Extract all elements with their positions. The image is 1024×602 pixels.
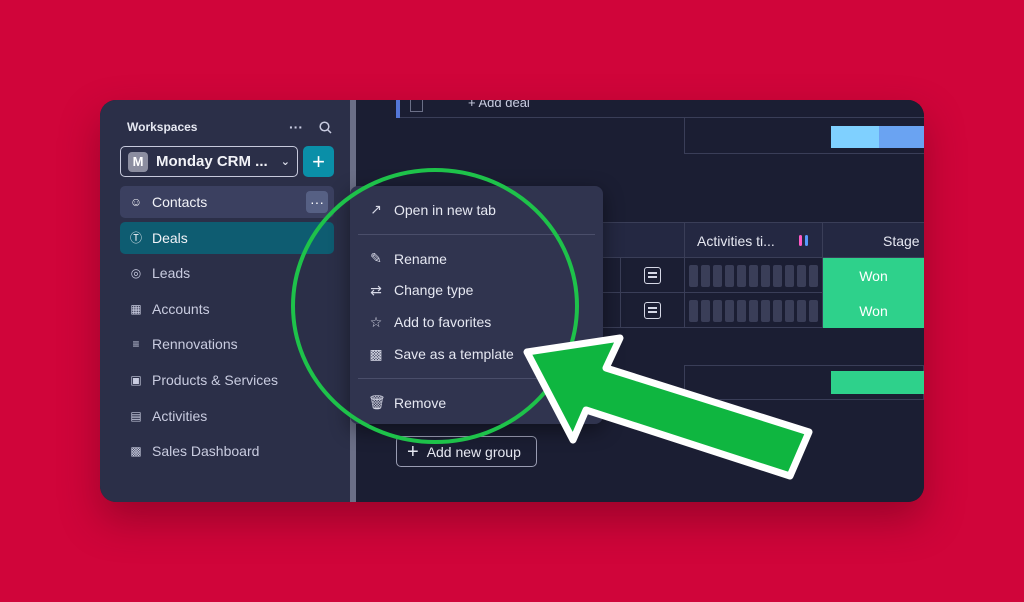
workspace-name: Monday CRM ... [156, 153, 268, 170]
sidebar-item-label: Sales Dashboard [152, 443, 260, 460]
sidebar-item-accounts[interactable]: ▦ Accounts [120, 293, 334, 325]
context-menu: ↗ Open in new tab ✎ Rename ⇄ Change type… [350, 186, 603, 424]
group-summary-top [684, 118, 924, 154]
row-checkbox[interactable] [410, 100, 423, 112]
chart-icon: ▩ [130, 444, 142, 459]
column-title: Activities ti... [697, 233, 775, 249]
menu-item-remove[interactable]: 🗑 Remove [350, 387, 603, 419]
pencil-icon: ✎ [370, 250, 382, 267]
template-icon: ▩ [369, 345, 383, 362]
add-new-group-button[interactable]: + Add new group [396, 436, 537, 467]
workspace-badge: M [128, 151, 148, 172]
doc-list-icon: ▤ [130, 408, 142, 423]
sidebar-item-contacts[interactable]: ☺ Contacts ··· [120, 186, 334, 218]
menu-item-label: Rename [394, 250, 447, 267]
sidebar-item-label: Accounts [152, 300, 210, 317]
workspaces-header: Workspaces ··· [127, 118, 332, 136]
column-title: Stage [883, 233, 920, 249]
doc-list-icon [644, 267, 661, 284]
sidebar-item-sales-dashboard[interactable]: ▩ Sales Dashboard [120, 435, 334, 467]
chevron-down-icon: ⌄ [280, 156, 290, 168]
doc-cell[interactable] [620, 293, 684, 328]
table-row[interactable]: Won [596, 258, 924, 293]
activities-timeline-cell[interactable] [684, 258, 822, 293]
swap-icon: ⇄ [370, 281, 382, 298]
column-color-icon [805, 235, 808, 246]
sidebar-item-leads[interactable]: ◎ Leads [120, 257, 334, 289]
add-workspace-button[interactable]: + [303, 146, 334, 177]
sidebar-item-label: Leads [152, 265, 191, 282]
add-deal-row[interactable]: + Add deal [396, 100, 924, 118]
add-deal-button[interactable]: + Add deal [468, 100, 530, 110]
table-row[interactable]: Won [596, 293, 924, 328]
sidebar-nav: ☺ Contacts ··· Ⓣ Deals ◎ Leads ▦ Account… [120, 186, 334, 471]
sidebar-item-deals[interactable]: Ⓣ Deals [120, 221, 334, 254]
menu-item-label: Remove [394, 394, 447, 411]
doc-list-icon [644, 302, 661, 319]
external-link-icon: ↗ [370, 201, 382, 218]
sidebar-item-rennovations[interactable]: ≡ Rennovations [120, 328, 334, 360]
workspaces-label: Workspaces [127, 120, 198, 134]
stage-cell[interactable]: Won [822, 293, 924, 328]
summary-bar [831, 371, 924, 394]
column-color-icon [799, 235, 802, 246]
contacts-icon: ☺ [129, 195, 143, 209]
sidebar-item-activities[interactable]: ▤ Activities [120, 400, 334, 432]
sidebar-item-label: Contacts [152, 194, 208, 210]
group-summary-bottom [684, 365, 924, 400]
summary-bar [831, 126, 924, 148]
menu-divider [358, 377, 595, 379]
building-icon: ▦ [130, 301, 142, 316]
sidebar-item-label: Rennovations [152, 336, 238, 353]
menu-item-label: Open in new tab [394, 201, 496, 218]
list-icon: ≡ [132, 337, 140, 352]
menu-item-label: Change type [394, 282, 474, 299]
sidebar-item-label: Products & Services [152, 371, 279, 388]
dollar-icon: Ⓣ [129, 231, 142, 246]
trash-icon: 🗑 [368, 394, 386, 411]
menu-item-change-type[interactable]: ⇄ Change type [350, 275, 603, 307]
search-icon[interactable] [319, 120, 332, 134]
menu-item-label: Add to favorites [394, 314, 492, 331]
menu-item-save-template[interactable]: ▩ Save as a template [350, 338, 603, 370]
briefcase-icon: ▣ [130, 372, 142, 387]
target-icon: ◎ [130, 266, 142, 281]
sidebar-item-label: Activities [152, 407, 208, 424]
star-icon: ☆ [369, 313, 383, 330]
stage-cell[interactable]: Won [822, 258, 924, 293]
activities-timeline-cell[interactable] [684, 293, 822, 328]
menu-item-rename[interactable]: ✎ Rename [350, 243, 603, 275]
menu-divider [358, 233, 595, 235]
menu-item-add-favorites[interactable]: ☆ Add to favorites [350, 306, 603, 338]
plus-icon: + [407, 440, 419, 463]
column-header-activities[interactable]: Activities ti... [684, 223, 822, 259]
sidebar-item-products-services[interactable]: ▣ Products & Services [120, 364, 334, 396]
menu-item-label: Save as a template [394, 346, 514, 363]
column-header-stage[interactable]: Stage [822, 223, 924, 259]
sidebar: Workspaces ··· M Monday CRM ... ⌄ + ☺ Co… [100, 100, 350, 502]
group-color-bar [396, 100, 400, 118]
more-options-icon[interactable]: ··· [289, 119, 303, 135]
add-group-label: Add new group [426, 443, 521, 460]
menu-item-open-new-tab[interactable]: ↗ Open in new tab [350, 194, 603, 226]
workspace-selector[interactable]: M Monday CRM ... ⌄ [120, 146, 298, 177]
doc-cell[interactable] [620, 258, 684, 293]
sidebar-item-label: Deals [152, 229, 188, 246]
item-more-icon[interactable]: ··· [306, 191, 328, 213]
